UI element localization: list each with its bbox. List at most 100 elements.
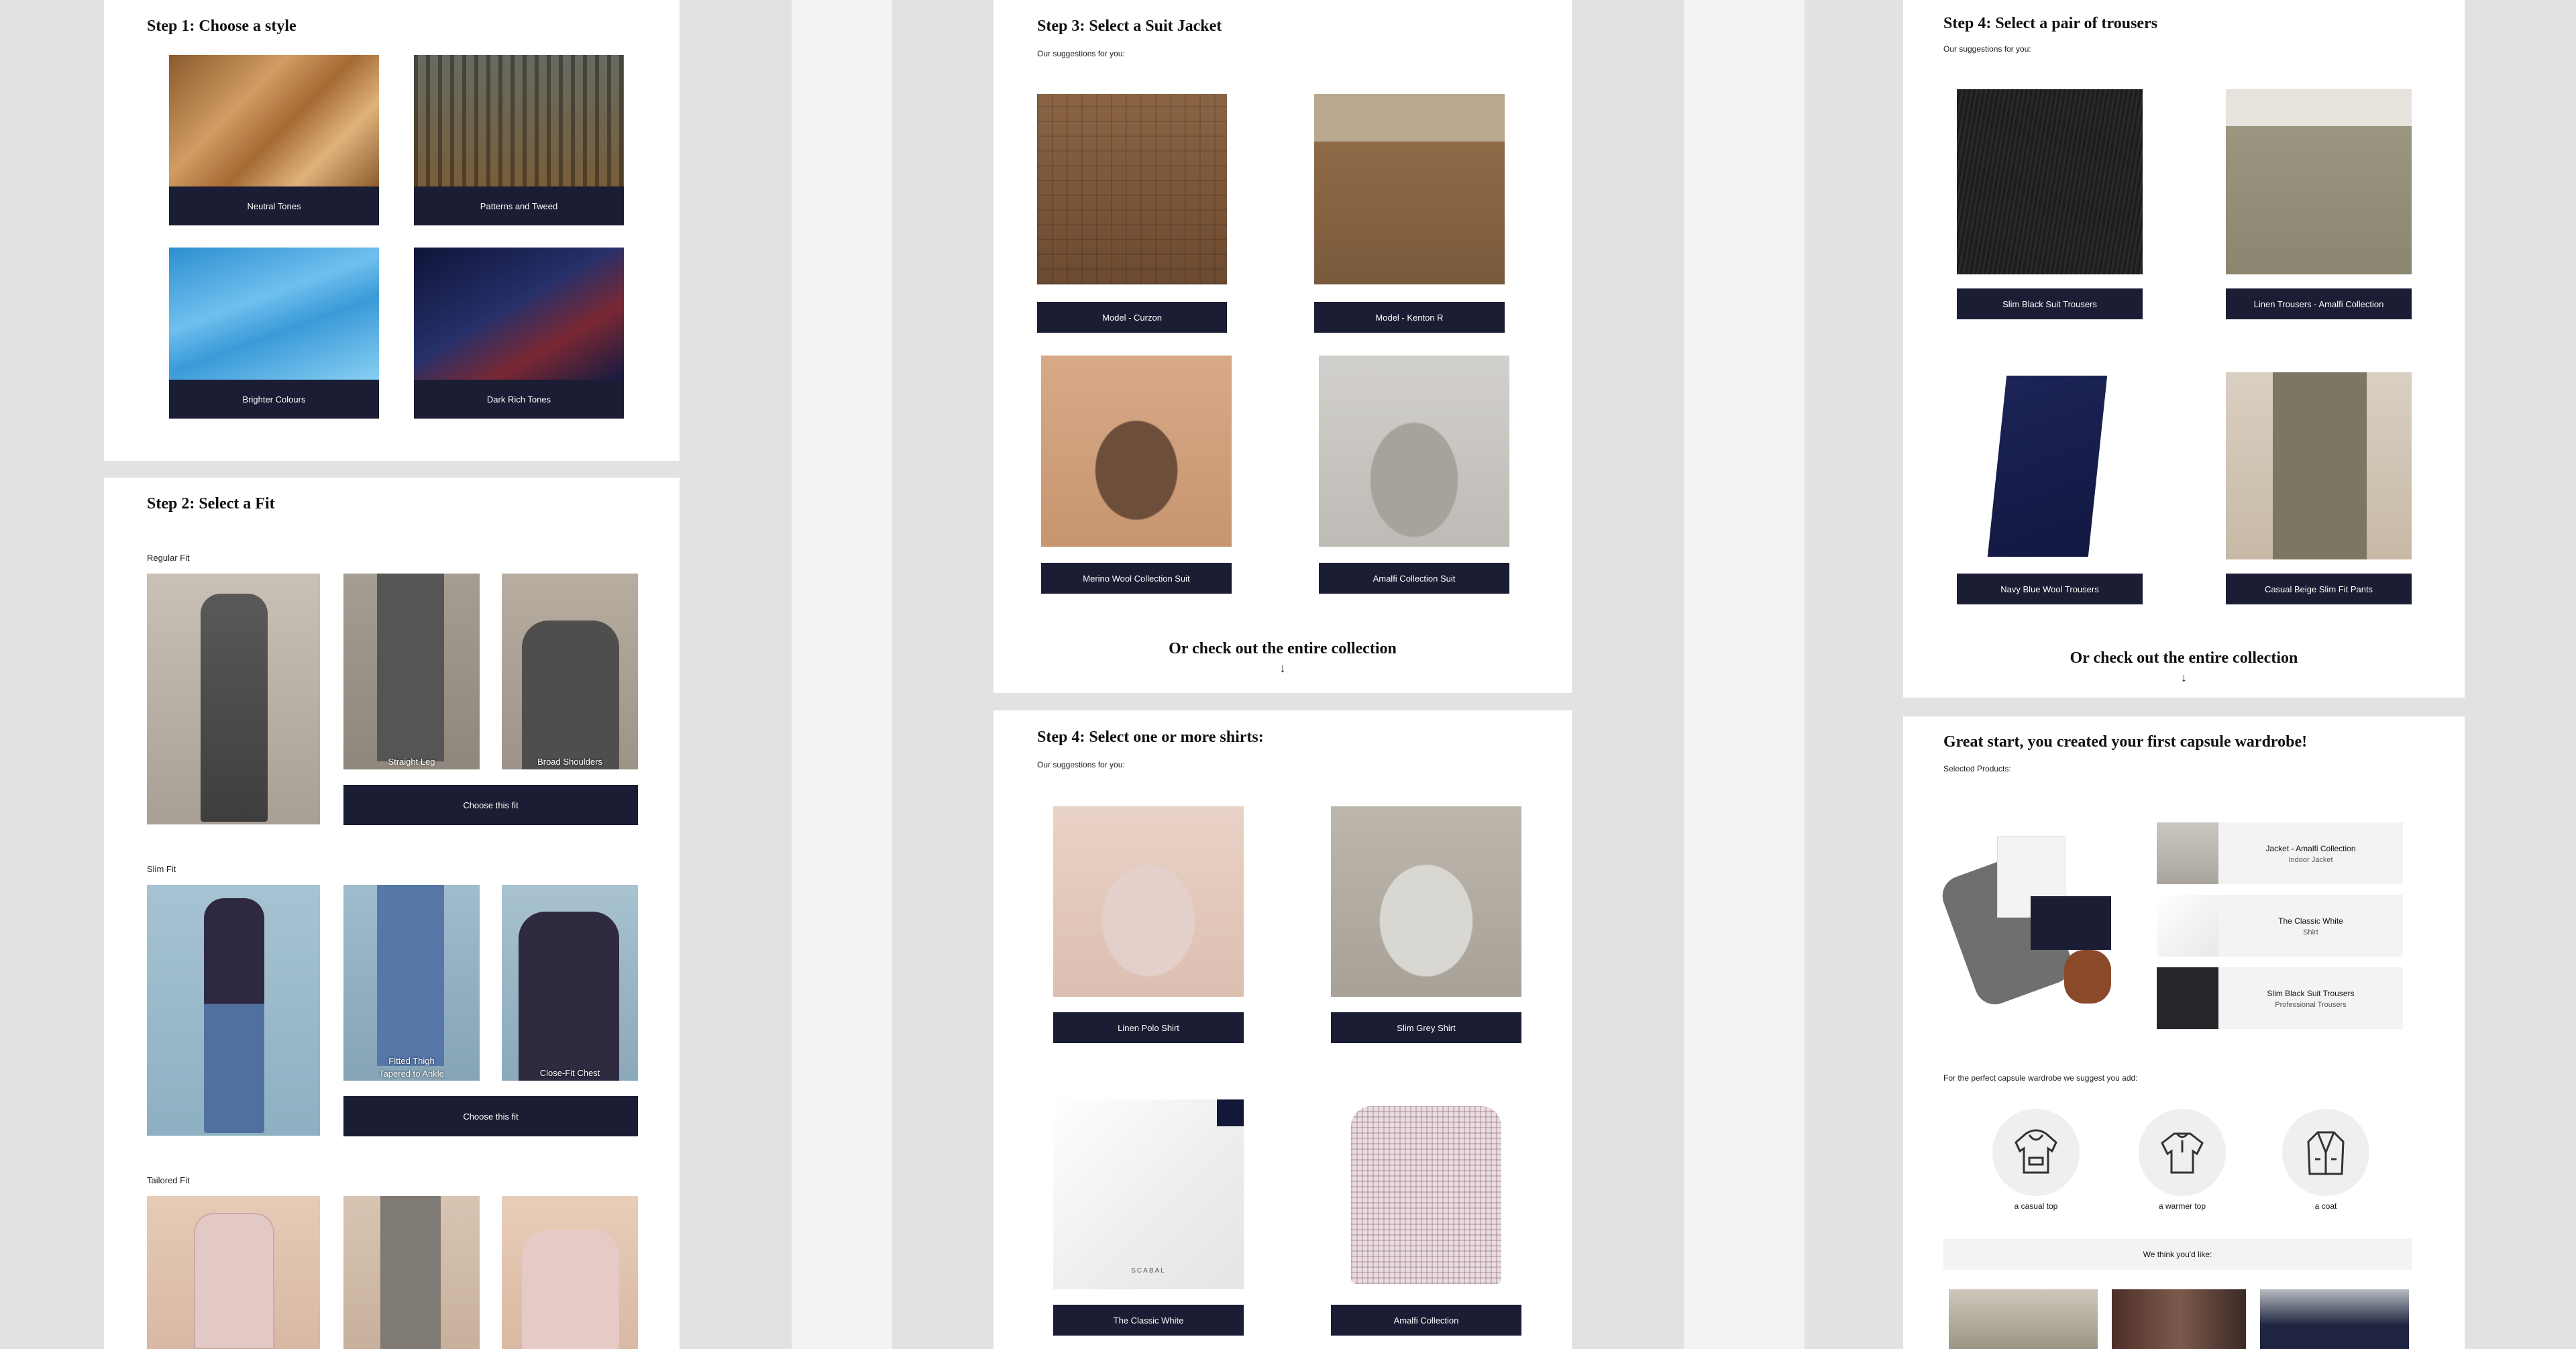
suit-figure bbox=[201, 594, 268, 822]
selected-product-jacket[interactable]: Jacket - Amalfi Collection Indoor Jacket bbox=[2157, 822, 2403, 884]
hoodie-icon[interactable] bbox=[1992, 1109, 2080, 1196]
tile-label: Slim Black Suit Trousers bbox=[1957, 288, 2143, 319]
tile-label: Amalfi Collection Suit bbox=[1319, 563, 1509, 594]
choose-slim-fit-button[interactable]: Choose this fit bbox=[343, 1096, 638, 1136]
selected-products-label: Selected Products: bbox=[1943, 764, 2011, 773]
regular-fit-suit-image[interactable] bbox=[147, 574, 320, 824]
neutral-fabric-image bbox=[169, 55, 379, 186]
trouser-tile-navy-wool[interactable]: Navy Blue Wool Trousers bbox=[1957, 372, 2143, 604]
slim-black-image bbox=[1957, 89, 2143, 274]
regular-fit-label: Regular Fit bbox=[147, 553, 190, 563]
tile-label: Dark Rich Tones bbox=[414, 380, 624, 419]
suggestion-label: a casual top bbox=[2014, 1201, 2058, 1211]
choose-regular-fit-button[interactable]: Choose this fit bbox=[343, 785, 638, 825]
tile-label: Linen Polo Shirt bbox=[1053, 1012, 1244, 1043]
product-name: Jacket - Amalfi Collection bbox=[2265, 844, 2356, 853]
jacket-figure bbox=[522, 620, 619, 769]
selected-product-shirt[interactable]: The Classic White Shirt bbox=[2157, 895, 2403, 957]
product-thumb bbox=[2157, 822, 2218, 884]
tailored-trousers-image[interactable] bbox=[343, 1196, 480, 1349]
shirt-tile-slim-grey[interactable]: Slim Grey Shirt bbox=[1331, 806, 1521, 1043]
step3-collection-link[interactable]: Or check out the entire collection bbox=[994, 640, 1572, 658]
step4-shirts-title: Step 4: Select one or more shirts: bbox=[1037, 729, 1264, 746]
style-tile-dark[interactable]: Dark Rich Tones bbox=[414, 248, 624, 419]
you-might-like-banner: We think you'd like: bbox=[1943, 1239, 2412, 1270]
style-tile-patterns[interactable]: Patterns and Tweed bbox=[414, 55, 624, 225]
merino-jacket-image bbox=[1041, 356, 1232, 547]
step2-title: Step 2: Select a Fit bbox=[147, 495, 275, 512]
trouser-figure bbox=[377, 574, 444, 761]
recommendation-3[interactable] bbox=[2260, 1289, 2409, 1349]
slim-grey-image bbox=[1331, 806, 1521, 997]
tweed-fabric-image bbox=[414, 55, 624, 186]
trouser-figure bbox=[1987, 376, 2108, 557]
trouser-tile-slim-black[interactable]: Slim Black Suit Trousers bbox=[1957, 89, 2143, 319]
shirt-tile-amalfi[interactable]: Amalfi Collection bbox=[1331, 1099, 1521, 1336]
selected-product-trousers[interactable]: Slim Black Suit Trousers Professional Tr… bbox=[2157, 967, 2403, 1029]
suggestion-label: a warmer top bbox=[2158, 1201, 2206, 1211]
shirt-figure bbox=[1351, 1106, 1501, 1284]
slim-fit-label: Slim Fit bbox=[147, 864, 176, 874]
you-might-like-label: We think you'd like: bbox=[2143, 1250, 2212, 1259]
amalfi-jacket-image bbox=[1319, 356, 1509, 547]
style-tile-brighter[interactable]: Brighter Colours bbox=[169, 248, 379, 419]
recommendation-1[interactable] bbox=[1949, 1289, 2098, 1349]
trousers-shape bbox=[2031, 896, 2111, 950]
product-thumb bbox=[2157, 895, 2218, 957]
tile-label: Amalfi Collection bbox=[1331, 1305, 1521, 1336]
jacket-figure bbox=[519, 912, 619, 1081]
coat-icon[interactable] bbox=[2282, 1109, 2369, 1196]
curzon-jacket-image bbox=[1037, 94, 1227, 284]
sweater-icon[interactable] bbox=[2139, 1109, 2226, 1196]
kenton-jacket-image bbox=[1314, 94, 1505, 284]
shirt-tile-classic-white[interactable]: SCABAL The Classic White bbox=[1053, 1099, 1244, 1336]
step4-trousers-card: Step 4: Select a pair of trousers Our su… bbox=[1903, 0, 2465, 698]
amalfi-shirt-image bbox=[1331, 1099, 1521, 1289]
step2-card: Step 2: Select a Fit Regular Fit Straigh… bbox=[104, 478, 680, 1349]
product-name: The Classic White bbox=[2278, 916, 2343, 926]
trouser-tile-linen-amalfi[interactable]: Linen Trousers - Amalfi Collection bbox=[2226, 89, 2412, 319]
straight-leg-image[interactable]: Straight Leg bbox=[343, 574, 480, 769]
detail-label: Straight Leg bbox=[388, 757, 435, 767]
jacket-tile-amalfi[interactable]: Amalfi Collection Suit bbox=[1319, 356, 1509, 594]
tailored-jacket-image[interactable] bbox=[502, 1196, 638, 1349]
trouser-tile-casual-beige[interactable]: Casual Beige Slim Fit Pants bbox=[2226, 372, 2412, 604]
slim-fit-suit-image[interactable] bbox=[147, 885, 320, 1136]
step4-collection-link[interactable]: Or check out the entire collection bbox=[1903, 649, 2465, 667]
trouser-figure bbox=[380, 1196, 441, 1349]
detail-label: Close-Fit Chest bbox=[539, 1068, 600, 1078]
outfit-flatlay-image bbox=[1937, 822, 2125, 1017]
step4-shirts-card: Step 4: Select one or more shirts: Our s… bbox=[994, 710, 1572, 1349]
step3-title: Step 3: Select a Suit Jacket bbox=[1037, 17, 1222, 35]
close-fit-chest-image[interactable]: Close-Fit Chest bbox=[502, 885, 638, 1081]
fitted-thigh-image[interactable]: Fitted Thigh Tapered to Ankle bbox=[343, 885, 480, 1081]
suggest-label: For the perfect capsule wardrobe we sugg… bbox=[1943, 1073, 2138, 1083]
detail-label: Broad Shoulders bbox=[537, 757, 602, 767]
tailored-fit-suit-image[interactable] bbox=[147, 1196, 320, 1349]
style-tile-neutral[interactable]: Neutral Tones bbox=[169, 55, 379, 225]
tile-label: Casual Beige Slim Fit Pants bbox=[2226, 574, 2412, 604]
broad-shoulders-image[interactable]: Broad Shoulders bbox=[502, 574, 638, 769]
tile-label: Slim Grey Shirt bbox=[1331, 1012, 1521, 1043]
linen-trousers-image bbox=[2226, 89, 2412, 274]
jacket-tile-kenton[interactable]: Model - Kenton R bbox=[1314, 94, 1505, 333]
product-type: Shirt bbox=[2303, 928, 2318, 936]
tile-label: Navy Blue Wool Trousers bbox=[1957, 574, 2143, 604]
step4-trousers-subtitle: Our suggestions for you: bbox=[1943, 44, 2031, 54]
jacket-tile-curzon[interactable]: Model - Curzon bbox=[1037, 94, 1227, 333]
jacket-tile-merino[interactable]: Merino Wool Collection Suit bbox=[1041, 356, 1232, 594]
suit-figure bbox=[204, 898, 264, 1133]
step4-trousers-title: Step 4: Select a pair of trousers bbox=[1943, 15, 2158, 32]
step3-subtitle: Our suggestions for you: bbox=[1037, 49, 1125, 58]
tile-label: Neutral Tones bbox=[169, 186, 379, 225]
recommendation-2[interactable] bbox=[2112, 1289, 2246, 1349]
down-arrow-icon: ↓ bbox=[2181, 671, 2187, 684]
tile-label: Brighter Colours bbox=[169, 380, 379, 419]
tile-label: Patterns and Tweed bbox=[414, 186, 624, 225]
navy-fabric-image bbox=[414, 248, 624, 380]
shirt-tile-linen-polo[interactable]: Linen Polo Shirt bbox=[1053, 806, 1244, 1043]
summary-title: Great start, you created your first caps… bbox=[1943, 733, 2308, 751]
product-name: Slim Black Suit Trousers bbox=[2267, 989, 2355, 998]
collar-shape bbox=[1217, 1099, 1244, 1126]
tile-label: The Classic White bbox=[1053, 1305, 1244, 1336]
